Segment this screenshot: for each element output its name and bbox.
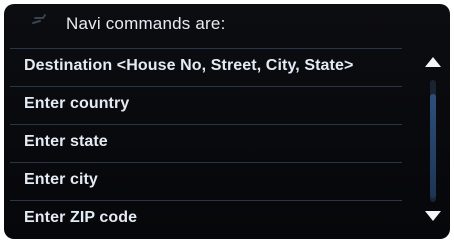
command-item-enter-city[interactable]: Enter city [10,162,402,198]
header: Navi commands are: [4,4,404,48]
command-label: Enter ZIP code [24,209,138,226]
scroll-up-icon[interactable] [423,55,443,69]
command-item-destination[interactable]: Destination <House No, Street, City, Sta… [10,48,402,84]
command-label: Enter state [24,133,108,150]
screen: Navi commands are: Destination <House No… [0,0,454,243]
command-item-enter-country[interactable]: Enter country [10,86,402,122]
command-item-enter-state[interactable]: Enter state [10,124,402,160]
command-label: Enter city [24,171,98,188]
page-title: Navi commands are: [66,14,226,33]
scroll-thumb[interactable] [430,94,436,198]
scroll-down-icon[interactable] [423,209,443,223]
command-label: Destination <House No, Street, City, Sta… [24,57,354,74]
command-item-enter-zip-code[interactable]: Enter ZIP code [10,200,402,236]
voice-command-panel: Navi commands are: Destination <House No… [4,4,450,239]
command-list: Destination <House No, Street, City, Sta… [10,48,402,238]
scrollbar[interactable] [420,48,446,238]
command-label: Enter country [24,95,130,112]
mic-icon [30,12,52,30]
